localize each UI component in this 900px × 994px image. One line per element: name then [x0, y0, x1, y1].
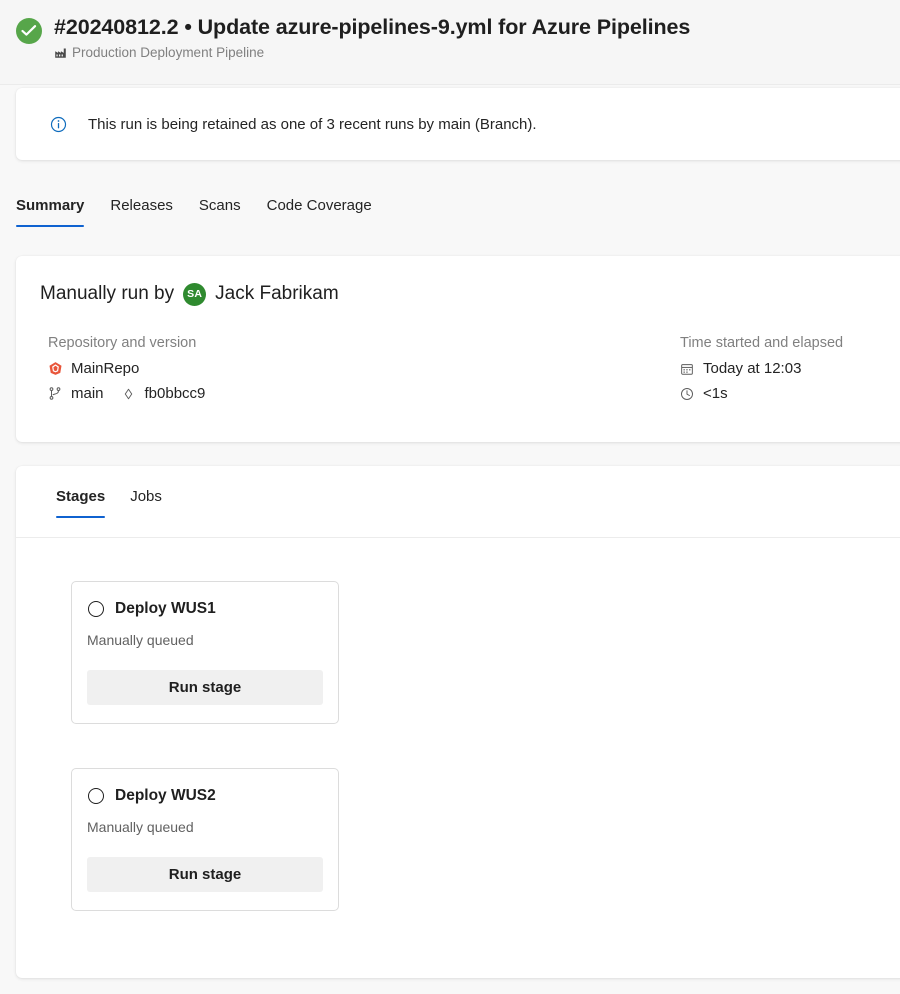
time-column: Time started and elapsed Today at 12:03: [680, 335, 843, 410]
stage-header: Deploy WUS1: [87, 600, 323, 618]
commit-icon: [122, 387, 139, 401]
run-by-user-name[interactable]: Jack Fabrikam: [215, 282, 339, 306]
stage-name[interactable]: Deploy WUS1: [115, 600, 216, 618]
stages-card: Stages Jobs Deploy WUS1 Manually queued …: [16, 466, 900, 978]
time-started-value: Today at 12:03: [703, 360, 802, 377]
stages-list: Deploy WUS1 Manually queued Run stage De…: [16, 538, 900, 911]
avatar: SA: [183, 282, 207, 306]
stages-tab-bar: Stages Jobs: [16, 466, 900, 538]
repository-and-version-column: Repository and version MainRepo main fb0…: [40, 335, 680, 410]
stage-card[interactable]: Deploy WUS2 Manually queued Run stage: [71, 768, 339, 911]
run-by-line: Manually run by SA Jack Fabrikam: [40, 282, 900, 306]
main-tab-bar: Summary Releases Scans Code Coverage: [0, 186, 900, 240]
tab-releases[interactable]: Releases: [110, 186, 173, 227]
tab-stages[interactable]: Stages: [56, 488, 106, 518]
time-elapsed-row: <1s: [680, 385, 843, 402]
run-summary-card: Manually run by SA Jack Fabrikam Reposit…: [16, 256, 900, 442]
stage-status-text: Manually queued: [87, 819, 194, 835]
retention-info-banner: This run is being retained as one of 3 r…: [16, 88, 900, 160]
run-by-prefix: Manually run by: [40, 283, 175, 304]
stage-name[interactable]: Deploy WUS2: [115, 787, 216, 805]
repository-column-label: Repository and version: [48, 335, 197, 351]
page-title: #20240812.2 • Update azure-pipelines-9.y…: [54, 15, 691, 39]
run-stage-button[interactable]: Run stage: [87, 857, 323, 892]
header-row: #20240812.2 • Update azure-pipelines-9.y…: [16, 13, 900, 60]
header-text: #20240812.2 • Update azure-pipelines-9.y…: [54, 13, 690, 60]
pipeline-subtitle: Production Deployment Pipeline: [54, 45, 690, 60]
branch-name[interactable]: main: [71, 385, 104, 402]
run-stage-button[interactable]: Run stage: [87, 670, 323, 705]
time-elapsed-value: <1s: [703, 385, 728, 402]
summary-detail-columns: Repository and version MainRepo main fb0…: [40, 335, 900, 410]
info-circle-icon: [50, 116, 67, 133]
stage-card[interactable]: Deploy WUS1 Manually queued Run stage: [71, 581, 339, 724]
stage-status-text: Manually queued: [87, 632, 194, 648]
check-circle-icon: [16, 18, 42, 44]
pipeline-name: Production Deployment Pipeline: [72, 45, 265, 60]
tab-summary[interactable]: Summary: [16, 186, 85, 227]
repository-name[interactable]: MainRepo: [71, 360, 139, 377]
circle-outline-icon: [87, 787, 105, 805]
tab-jobs[interactable]: Jobs: [130, 488, 162, 518]
repository-row: MainRepo: [48, 360, 680, 377]
circle-outline-icon: [87, 600, 105, 618]
clock-icon: [680, 387, 697, 401]
azure-repos-icon: [48, 361, 65, 376]
time-column-label: Time started and elapsed: [680, 335, 844, 351]
tab-code-coverage[interactable]: Code Coverage: [267, 186, 372, 227]
time-started-row: Today at 12:03: [680, 360, 843, 377]
commit-hash[interactable]: fb0bbcc9: [145, 385, 206, 402]
banner-message: This run is being retained as one of 3 r…: [88, 115, 537, 133]
stage-header: Deploy WUS2: [87, 787, 323, 805]
branch-and-commit-row: main fb0bbcc9: [48, 385, 680, 402]
tab-scans[interactable]: Scans: [199, 186, 241, 227]
page-header: #20240812.2 • Update azure-pipelines-9.y…: [0, 0, 900, 85]
branch-icon: [48, 386, 65, 401]
calendar-icon: [680, 362, 697, 376]
factory-icon: [54, 46, 67, 59]
